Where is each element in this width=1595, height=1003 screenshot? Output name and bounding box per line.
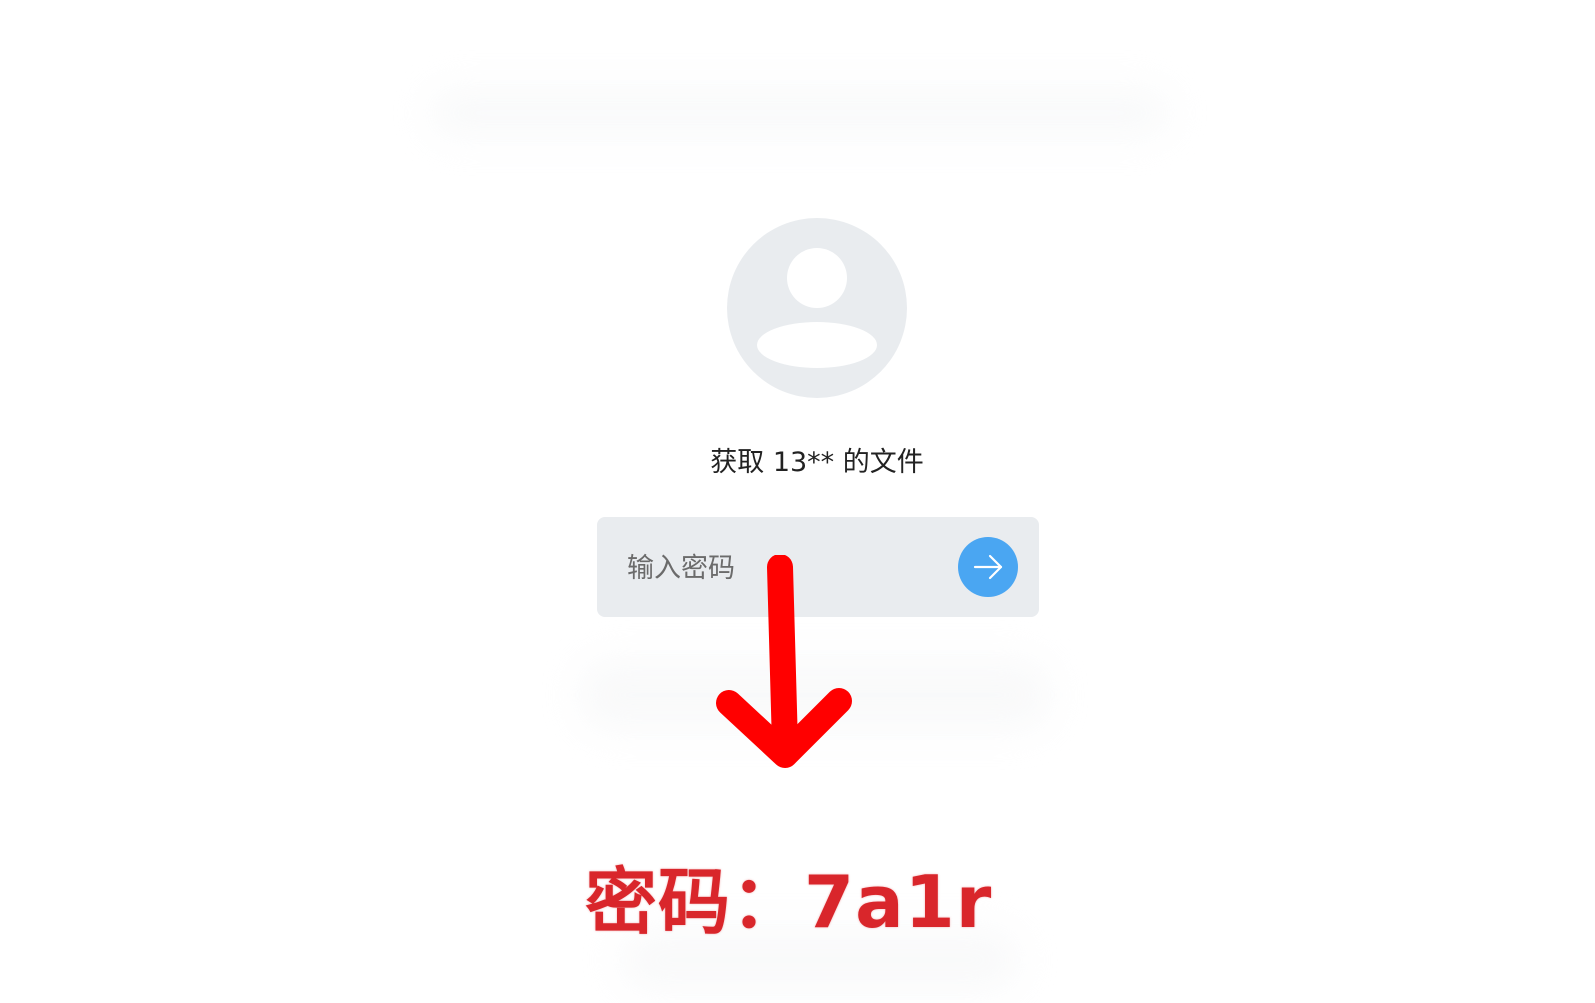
- user-avatar-icon: [727, 218, 907, 398]
- red-down-arrow-icon: [716, 555, 852, 768]
- share-owner-caption: 获取 13** 的文件: [710, 447, 924, 478]
- password-annotation-text: 密码：7a1r: [585, 860, 993, 944]
- avatar-body: [757, 322, 877, 368]
- blurred-header: [430, 90, 1170, 136]
- avatar-head: [787, 248, 847, 308]
- arrow-right-icon: [973, 554, 1003, 580]
- submit-button[interactable]: [958, 537, 1018, 597]
- share-page: 获取 13** 的文件 密码：7a1r: [0, 0, 1595, 1003]
